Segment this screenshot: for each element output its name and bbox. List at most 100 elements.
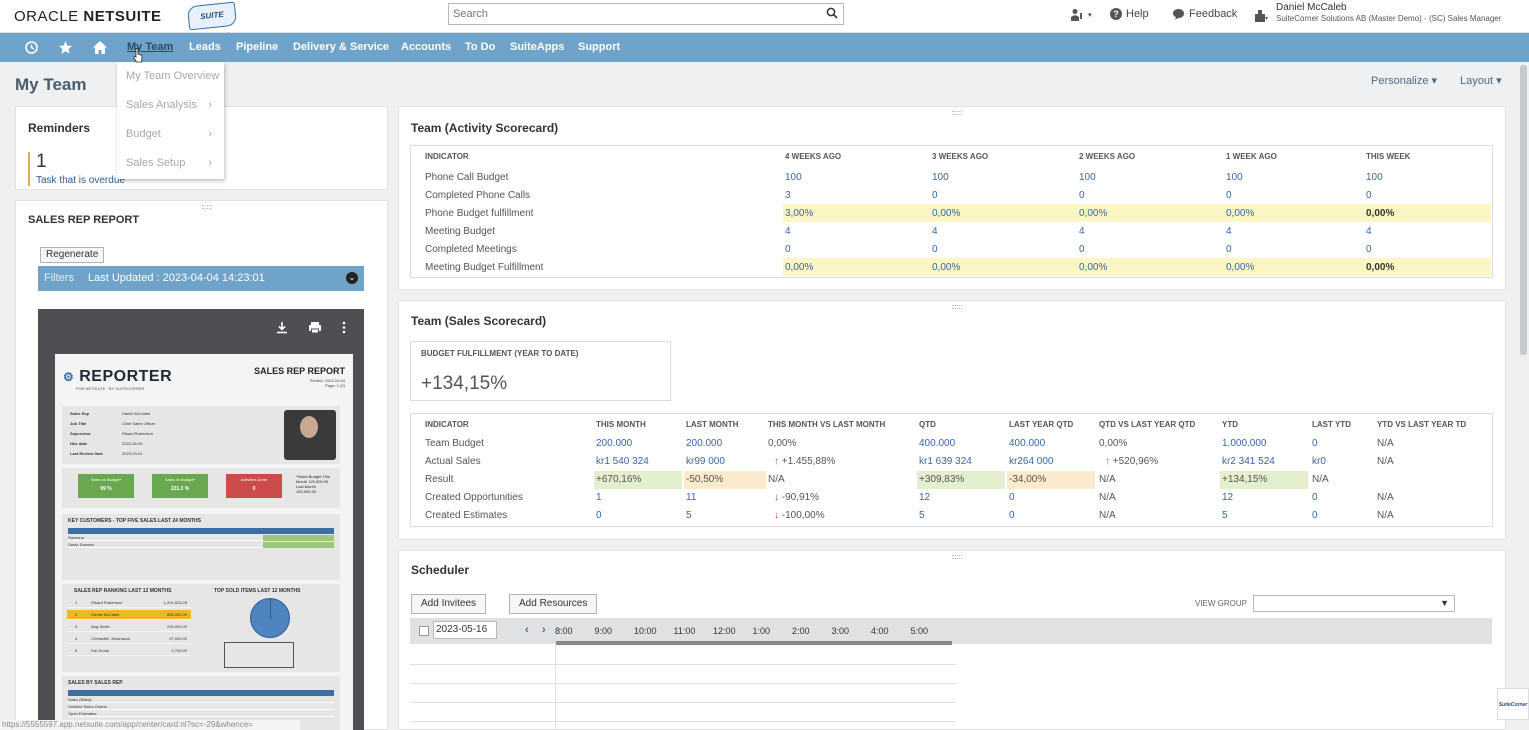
nav-leads[interactable]: Leads	[189, 41, 221, 53]
print-icon[interactable]	[308, 321, 322, 334]
table-cell[interactable]: 5	[686, 510, 692, 521]
suitecorner-badge[interactable]: SuiteCorner	[1497, 688, 1529, 720]
table-cell[interactable]: kr1 639 324	[919, 456, 972, 467]
table-cell[interactable]: 100	[785, 172, 802, 183]
table-cell[interactable]: 0,00%	[1226, 262, 1254, 273]
table-cell[interactable]: 1.000.000	[1222, 438, 1267, 449]
table-cell[interactable]: 5	[919, 510, 925, 521]
table-cell[interactable]: 4	[1226, 226, 1232, 237]
user-menu[interactable]: ▾ Daniel McCaleb SuiteCorner Solutions A…	[1254, 2, 1501, 24]
table-cell[interactable]: 3	[785, 190, 791, 201]
menu-item-sales-analysis[interactable]: Sales Analysis ›	[117, 91, 224, 120]
table-cell[interactable]: 5	[1222, 510, 1228, 521]
table-cell[interactable]: 0,00%	[932, 262, 960, 273]
star-icon[interactable]	[58, 40, 73, 55]
nav-to-do[interactable]: To Do	[465, 41, 495, 53]
table-cell[interactable]: 4	[932, 226, 938, 237]
nav-suiteapps[interactable]: SuiteApps	[510, 41, 564, 53]
netsuite-logo[interactable]: ORACLE NETSUITE	[14, 8, 162, 25]
table-cell[interactable]: kr99 000	[686, 456, 725, 467]
table-cell[interactable]: kr1 540 324	[596, 456, 649, 467]
table-cell[interactable]: 100	[1366, 172, 1383, 183]
nav-pipeline[interactable]: Pipeline	[236, 41, 278, 53]
table-cell[interactable]: 1	[596, 492, 602, 503]
table-cell[interactable]: 100	[1079, 172, 1096, 183]
table-cell[interactable]: 0	[785, 244, 791, 255]
table-cell[interactable]: 400.000	[919, 438, 955, 449]
table-cell[interactable]: 200.000	[596, 438, 632, 449]
table-cell[interactable]: 0	[1312, 492, 1318, 503]
table-cell[interactable]: 3,00%	[785, 208, 813, 219]
table-cell[interactable]: 0	[932, 244, 938, 255]
table-cell[interactable]: 0,00%	[1366, 208, 1394, 219]
nav-delivery-service[interactable]: Delivery & Service	[293, 41, 389, 53]
table-cell[interactable]: 0	[1009, 492, 1015, 503]
regenerate-button[interactable]: Regenerate	[40, 247, 105, 263]
table-cell[interactable]: 0,00%	[932, 208, 960, 219]
table-cell[interactable]: 4	[785, 226, 791, 237]
table-cell[interactable]: 0	[596, 510, 602, 521]
table-cell[interactable]: kr0	[1312, 456, 1326, 467]
reminder-count[interactable]: 1	[36, 151, 47, 173]
global-search[interactable]	[448, 3, 844, 25]
table-cell[interactable]: 0	[1226, 244, 1232, 255]
suitecorner-logo[interactable]: SUITE CORNER	[186, 1, 238, 44]
table-cell[interactable]: 0	[1079, 244, 1085, 255]
table-cell[interactable]: 0	[1366, 244, 1372, 255]
menu-item-sales-setup[interactable]: Sales Setup ›	[117, 149, 224, 178]
table-cell[interactable]: 0,00%	[1079, 208, 1107, 219]
reminder-text[interactable]: Task that is overdue	[36, 175, 125, 186]
add-invitees-button[interactable]: Add Invitees	[411, 594, 487, 614]
add-resources-button[interactable]: Add Resources	[509, 594, 598, 614]
drag-handle[interactable]	[952, 305, 962, 309]
search-icon[interactable]	[826, 7, 838, 19]
drag-handle[interactable]	[201, 205, 212, 209]
table-cell[interactable]: 0	[932, 190, 938, 201]
table-cell[interactable]: 12	[1222, 492, 1233, 503]
table-cell[interactable]: 0	[1226, 190, 1232, 201]
table-cell[interactable]: 0	[1009, 510, 1015, 521]
search-input[interactable]	[449, 4, 809, 24]
menu-item-budget[interactable]: Budget ›	[117, 120, 224, 149]
filters-bar[interactable]: Filters Last Updated : 2023-04-04 14:23:…	[38, 266, 364, 291]
nav-support[interactable]: Support	[578, 41, 620, 53]
drag-handle[interactable]	[952, 111, 962, 115]
more-options-icon[interactable]	[342, 321, 346, 334]
personalize-menu[interactable]: Personalize ▾	[1371, 74, 1437, 87]
table-cell[interactable]: kr2 341 524	[1222, 456, 1275, 467]
collapse-icon[interactable]: ⌄	[346, 272, 358, 284]
table-cell[interactable]: 0	[1312, 510, 1318, 521]
scheduler-date-input[interactable]: 2023-05-16	[433, 621, 497, 639]
home-icon[interactable]	[92, 40, 108, 55]
recent-icon[interactable]	[24, 40, 39, 55]
next-day-icon[interactable]: ›	[542, 624, 546, 636]
table-cell[interactable]: 0	[1366, 190, 1372, 201]
page-scrollbar[interactable]	[1520, 65, 1527, 355]
table-cell[interactable]: 0,00%	[1079, 262, 1107, 273]
recent-records-menu[interactable]: ▾	[1070, 8, 1092, 22]
download-icon[interactable]	[276, 321, 288, 334]
menu-item-my-team-overview[interactable]: My Team Overview	[117, 62, 224, 91]
table-cell[interactable]: 400.000	[1009, 438, 1045, 449]
table-cell[interactable]: kr264 000	[1009, 456, 1053, 467]
table-cell[interactable]: 0,00%	[1226, 208, 1254, 219]
feedback-link[interactable]: Feedback	[1172, 8, 1237, 20]
table-cell[interactable]: 100	[1226, 172, 1243, 183]
table-cell[interactable]: 0	[1312, 438, 1318, 449]
table-cell[interactable]: 12	[919, 492, 930, 503]
table-cell[interactable]: 100	[932, 172, 949, 183]
table-cell[interactable]: 0,00%	[785, 262, 813, 273]
nav-accounts[interactable]: Accounts	[401, 41, 451, 53]
prev-day-icon[interactable]: ‹	[525, 624, 529, 636]
help-link[interactable]: ? Help	[1110, 8, 1149, 20]
table-cell[interactable]: 4	[1079, 226, 1085, 237]
table-cell[interactable]: 4	[1366, 226, 1372, 237]
table-cell[interactable]: 0,00%	[1366, 262, 1394, 273]
layout-menu[interactable]: Layout ▾	[1460, 74, 1502, 87]
view-group-select[interactable]: ▼	[1253, 595, 1455, 612]
drag-handle[interactable]	[952, 555, 962, 559]
table-cell[interactable]: 200.000	[686, 438, 722, 449]
select-all-checkbox[interactable]	[419, 626, 429, 636]
table-cell[interactable]: 11	[686, 492, 696, 503]
table-cell[interactable]: 0	[1079, 190, 1085, 201]
